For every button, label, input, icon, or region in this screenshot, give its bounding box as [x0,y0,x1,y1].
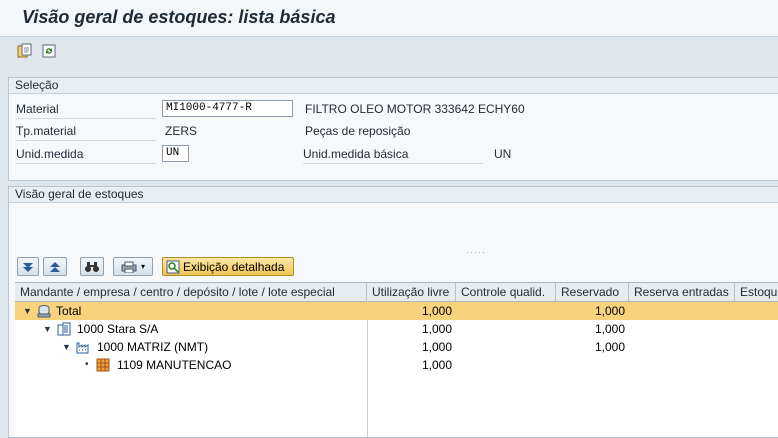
factory-icon [76,342,89,354]
refresh-icon[interactable] [41,43,57,59]
collapse-arrow-icon[interactable]: ▼ [23,302,32,320]
cell-reservado: 1,000 [594,304,625,318]
collapse-all-icon [50,261,60,272]
stack-icon [37,305,51,318]
printer-icon [121,261,137,273]
base-unit-value: UN [494,147,512,161]
column-header-qualidade[interactable]: Controle qualid. [456,283,556,301]
material-type-description: Peças de reposição [305,124,411,138]
splitter-handle[interactable]: ····· [466,247,486,257]
collapse-all-button[interactable] [43,257,67,276]
binoculars-icon [85,261,99,272]
expand-all-icon [23,262,33,272]
toolbar [0,37,778,67]
leaf-bullet-icon: • [85,359,89,370]
stock-tree-grid: Mandante / empresa / centro / depósito /… [15,282,778,437]
column-header-reservado[interactable]: Reservado [556,283,629,301]
table-row[interactable]: • 1109 MANUTENCAO 1,000 [15,356,778,374]
material-label: Material [16,100,156,119]
grid-header: Mandante / empresa / centro / depósito /… [15,283,778,302]
page-title: Visão geral de estoques: lista básica [22,7,336,27]
cell-livre: 1,000 [421,322,452,336]
row-label: 1109 MANUTENCAO [117,358,232,372]
detail-view-icon [166,260,180,273]
chevron-down-icon: ▾ [140,262,145,271]
unit-input[interactable] [162,145,189,162]
material-type-label: Tp.material [16,122,156,141]
detail-view-label: Exibição detalhada [183,259,285,274]
find-button[interactable] [80,257,104,276]
title-bar: Visão geral de estoques: lista básica [0,0,778,37]
base-unit-label: Unid.medida básica [303,145,483,164]
table-row[interactable]: ▼ 1000 Stara S/A 1,000 1,000 [15,320,778,338]
column-header-hierarchy[interactable]: Mandante / empresa / centro / depósito /… [15,283,367,301]
column-header-reserva-entradas[interactable]: Reserva entradas [629,283,735,301]
material-description: FILTRO OLEO MOTOR 333642 ECHY60 [305,102,525,116]
material-input[interactable] [162,100,293,117]
row-label: 1000 Stara S/A [77,322,159,336]
cell-livre: 1,000 [421,358,452,372]
building-icon [57,322,71,336]
column-header-livre[interactable]: Utilização livre [367,283,456,301]
warehouse-icon [96,358,110,372]
cell-reservado: 1,000 [594,322,625,336]
selection-header: Seleção [9,78,778,94]
copy-icon[interactable] [17,43,33,59]
cell-livre: 1,000 [421,340,452,354]
row-label: 1000 MATRIZ (NMT) [97,340,209,354]
cell-reservado: 1,000 [594,340,625,354]
stock-overview-header: Visão geral de estoques [9,187,778,203]
table-row[interactable]: ▼ 1000 MATRIZ (NMT) 1,000 1,000 [15,338,778,356]
unit-label: Unid.medida [16,145,156,164]
cell-livre: 1,000 [421,304,452,318]
expand-all-button[interactable] [17,257,39,276]
print-button[interactable]: ▾ [113,257,153,276]
material-type-value: ZERS [165,124,198,138]
row-label: Total [56,304,82,318]
collapse-arrow-icon[interactable]: ▼ [43,320,52,338]
column-header-estoque[interactable]: Estoqu [735,283,778,301]
table-row[interactable]: ▼ Total 1,000 1,000 [15,302,778,320]
detail-view-button[interactable]: Exibição detalhada [162,257,294,276]
collapse-arrow-icon[interactable]: ▼ [62,338,71,356]
